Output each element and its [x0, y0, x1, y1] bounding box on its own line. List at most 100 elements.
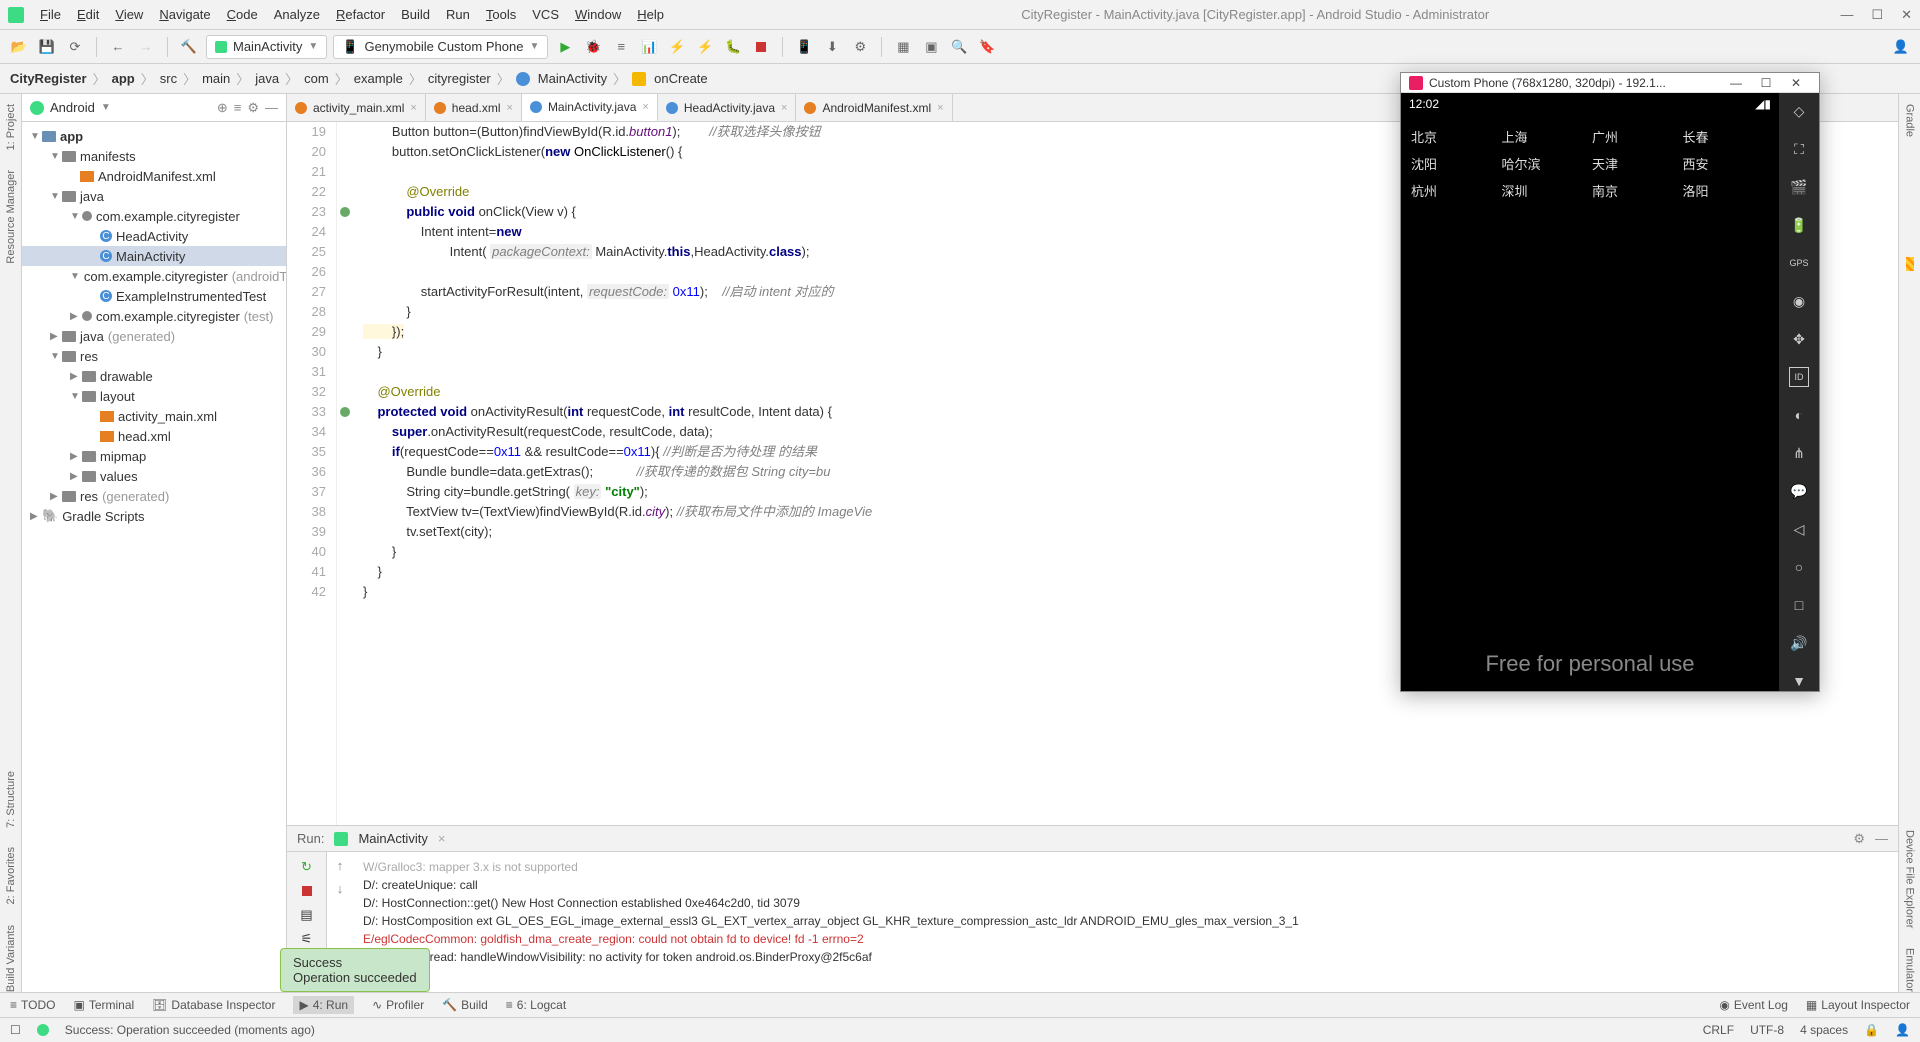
emulator-close[interactable]: ✕ — [1781, 76, 1811, 90]
tree-java[interactable]: ▼java — [22, 186, 286, 206]
project-view-selector[interactable]: Android — [50, 100, 95, 115]
close-icon[interactable]: × — [642, 101, 648, 113]
down-icon[interactable]: ↓ — [337, 881, 344, 896]
tree-gradle-scripts[interactable]: ▶🐘Gradle Scripts — [22, 506, 286, 526]
battery-icon[interactable]: 🔋 — [1789, 215, 1809, 235]
city-cell[interactable]: 杭州 — [1409, 177, 1500, 204]
bottom-todo[interactable]: ≡ TODO — [10, 998, 55, 1012]
menu-run[interactable]: Run — [440, 3, 476, 26]
tree-manifests[interactable]: ▼manifests — [22, 146, 286, 166]
city-cell[interactable]: 西安 — [1681, 150, 1772, 177]
back-icon[interactable]: ← — [107, 36, 129, 58]
tab-main-activity[interactable]: MainActivity.java× — [522, 94, 658, 122]
bottom-build[interactable]: 🔨 Build — [442, 998, 488, 1012]
menu-navigate[interactable]: Navigate — [153, 3, 216, 26]
up-icon[interactable]: ↑ — [337, 858, 344, 873]
target-icon[interactable]: ⊕ — [217, 100, 228, 116]
recent-nav-icon[interactable]: □ — [1789, 595, 1809, 615]
tree-res[interactable]: ▼res — [22, 346, 286, 366]
bottom-layout-inspector[interactable]: ▦ Layout Inspector — [1806, 998, 1910, 1012]
more-icon[interactable]: ▼ — [1789, 671, 1809, 691]
city-cell[interactable]: 哈尔滨 — [1500, 150, 1591, 177]
tree-mipmap[interactable]: ▶mipmap — [22, 446, 286, 466]
menu-analyze[interactable]: Analyze — [268, 3, 326, 26]
menu-window[interactable]: Window — [569, 3, 627, 26]
tab-activity-main[interactable]: activity_main.xml× — [287, 94, 426, 122]
disk-icon[interactable]: ◐ — [1789, 405, 1809, 425]
tree-app[interactable]: ▼app — [22, 126, 286, 146]
open-icon[interactable]: 📂 — [8, 36, 30, 58]
sync-icon[interactable]: ⟳ — [64, 36, 86, 58]
rail-device-file-explorer[interactable]: Device File Explorer — [1904, 830, 1916, 928]
menu-build[interactable]: Build — [395, 3, 436, 26]
hammer-icon[interactable]: 🔨 — [178, 36, 200, 58]
override-marker-icon[interactable] — [340, 207, 350, 217]
city-cell[interactable]: 北京 — [1409, 123, 1500, 150]
gear-icon[interactable]: ⚙ — [1853, 831, 1865, 847]
city-cell[interactable]: 长春 — [1681, 123, 1772, 150]
breadcrumb-item[interactable]: onCreate — [654, 71, 707, 86]
coverage-icon[interactable]: ≡ — [610, 36, 632, 58]
attach-debug-icon[interactable]: 🐛 — [722, 36, 744, 58]
layout-icon[interactable]: ▦ — [892, 36, 914, 58]
device-dropdown[interactable]: 📱 Genymobile Custom Phone ▼ — [333, 35, 548, 59]
tab-head-xml[interactable]: head.xml× — [426, 94, 522, 122]
tree-values[interactable]: ▶values — [22, 466, 286, 486]
rotate-icon[interactable]: ◇ — [1789, 101, 1809, 121]
tree-activity-main-xml[interactable]: activity_main.xml — [22, 406, 286, 426]
rail-build-variants[interactable]: Build Variants — [5, 925, 17, 992]
rail-favorites[interactable]: 2: Favorites — [5, 847, 17, 904]
fullscreen-icon[interactable]: ⛶ — [1789, 139, 1809, 159]
debug-icon[interactable]: 🐞 — [582, 36, 604, 58]
rail-gradle[interactable]: Gradle — [1904, 104, 1916, 137]
tree-manifest-xml[interactable]: AndroidManifest.xml — [22, 166, 286, 186]
camera-icon[interactable]: 🎬 — [1789, 177, 1809, 197]
stop-icon[interactable] — [750, 36, 772, 58]
status-indent[interactable]: 4 spaces — [1800, 1023, 1848, 1037]
tree-head-activity[interactable]: CHeadActivity — [22, 226, 286, 246]
sms-icon[interactable]: 💬 — [1789, 481, 1809, 501]
breadcrumb-item[interactable]: cityregister — [428, 71, 491, 86]
gps-icon[interactable]: GPS — [1789, 253, 1809, 273]
menu-file[interactable]: FFileile — [34, 3, 67, 26]
volume-icon[interactable]: 🔊 — [1789, 633, 1809, 653]
breadcrumb-root[interactable]: CityRegister — [10, 71, 87, 86]
lock-icon[interactable]: 🔒 — [1864, 1023, 1879, 1037]
layout-icon[interactable]: ▤ — [298, 906, 316, 924]
network-icon[interactable]: ⋔ — [1789, 443, 1809, 463]
tree-res-gen[interactable]: ▶res(generated) — [22, 486, 286, 506]
rail-resource-manager[interactable]: Resource Manager — [5, 170, 17, 264]
tab-head-activity[interactable]: HeadActivity.java× — [658, 94, 797, 122]
emulator-screen[interactable]: 12:02 ◢ ▮ 北京 上海 广州 长春 沈阳 哈尔滨 天津 西安 — [1401, 93, 1779, 691]
apply-code-icon[interactable]: ⚡ — [694, 36, 716, 58]
breadcrumb-item[interactable]: src — [160, 71, 177, 86]
breadcrumb-item[interactable]: com — [304, 71, 329, 86]
close-icon[interactable]: × — [410, 102, 416, 114]
override-marker-icon[interactable] — [340, 407, 350, 417]
close-button[interactable]: ✕ — [1901, 7, 1912, 23]
hide-icon[interactable]: — — [265, 100, 278, 115]
bottom-logcat[interactable]: ≡ 6: Logcat — [506, 998, 566, 1012]
menu-refactor[interactable]: Refactor — [330, 3, 391, 26]
bottom-event-log[interactable]: ◉ Event Log — [1719, 998, 1788, 1012]
rail-project[interactable]: 1: Project — [5, 104, 17, 150]
tree-layout[interactable]: ▼layout — [22, 386, 286, 406]
avd-icon[interactable]: 📱 — [793, 36, 815, 58]
close-icon[interactable]: × — [781, 102, 787, 114]
move-icon[interactable]: ✥ — [1789, 329, 1809, 349]
emulator-minimize[interactable]: — — [1721, 76, 1751, 90]
sdk-manager-icon[interactable]: ⚙ — [849, 36, 871, 58]
emulator-maximize[interactable]: ☐ — [1751, 76, 1781, 90]
minimize-button[interactable]: — — [1840, 7, 1853, 23]
breadcrumb-item[interactable]: MainActivity — [538, 71, 607, 86]
city-cell[interactable]: 南京 — [1590, 177, 1681, 204]
run-icon[interactable]: ▶ — [554, 36, 576, 58]
run-config-dropdown[interactable]: MainActivity ▼ — [206, 35, 327, 59]
menu-help[interactable]: Help — [631, 3, 670, 26]
apply-changes-icon[interactable]: ⚡ — [666, 36, 688, 58]
webcam-icon[interactable]: ◉ — [1789, 291, 1809, 311]
hide-icon[interactable]: — — [1875, 831, 1888, 846]
emulator-window[interactable]: Custom Phone (768x1280, 320dpi) - 192.1.… — [1400, 72, 1820, 692]
close-icon[interactable]: × — [507, 102, 513, 114]
tree-pkg-test[interactable]: ▶com.example.cityregister(test) — [22, 306, 286, 326]
